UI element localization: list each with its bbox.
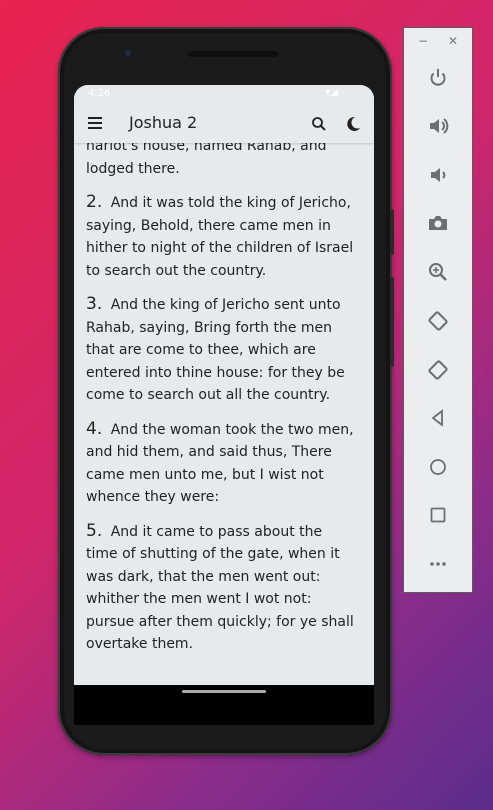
verse-item: 2. And it was told the king of Jericho, … [86, 191, 358, 282]
earpiece-speaker [188, 51, 278, 57]
status-time: 4:26 [88, 88, 111, 99]
verse-body: And it was told the king of Jericho, say… [86, 195, 354, 279]
status-icons: ▾◢ [325, 87, 338, 98]
page-title: Joshua 2 [129, 113, 198, 132]
verse-content[interactable]: harlot's house, named Rahab, and lodged … [74, 143, 374, 683]
rotate-right-icon[interactable] [426, 358, 450, 382]
rotate-left-icon[interactable] [426, 309, 450, 333]
phone-volume-key [390, 277, 394, 367]
verse-list: harlot's house, named Rahab, and lodged … [86, 143, 358, 667]
search-icon[interactable] [310, 115, 328, 133]
verse-number: 2. [86, 192, 103, 212]
verse-item: 3. And the king of Jericho sent unto Rah… [86, 293, 358, 407]
power-icon[interactable] [426, 66, 450, 90]
verse-item: 5. And it came to pass about the time of… [86, 520, 358, 656]
phone-frame: 4:26 ▾◢ Joshua 2 harlot's house, named R… [58, 27, 394, 755]
navigation-bar [74, 685, 374, 725]
volume-down-icon[interactable] [426, 163, 450, 187]
phone-screen: 4:26 ▾◢ Joshua 2 harlot's house, named R… [74, 85, 374, 685]
app-bar: Joshua 2 [74, 105, 374, 143]
menu-icon[interactable] [88, 117, 102, 129]
phone-power-key [390, 209, 394, 255]
camera-icon[interactable] [426, 211, 450, 235]
front-camera [123, 48, 133, 58]
status-bar: 4:26 ▾◢ [74, 85, 374, 105]
verse-number: 4. [86, 418, 103, 439]
verse-number: 5. [86, 520, 103, 541]
verse-body: And the woman took the two men, and hid … [86, 421, 354, 506]
more-icon[interactable] [426, 552, 450, 576]
overview-icon[interactable] [426, 503, 450, 527]
dark-mode-icon[interactable] [344, 115, 362, 133]
verse-number: 3. [86, 294, 103, 314]
emulator-toolbar: − ✕ [403, 27, 473, 593]
home-gesture-pill[interactable] [182, 690, 266, 693]
verse-item: 4. And the woman took the two men, and h… [86, 418, 358, 509]
home-icon[interactable] [426, 455, 450, 479]
verse-body: And the king of Jericho sent unto Rahab,… [86, 297, 345, 403]
back-icon[interactable] [426, 406, 450, 430]
minimize-button[interactable]: − [418, 34, 428, 48]
zoom-icon[interactable] [426, 260, 450, 284]
verse-body: And it came to pass about the time of sh… [86, 523, 354, 653]
emulator-window-controls: − ✕ [404, 34, 472, 50]
close-button[interactable]: ✕ [448, 34, 458, 48]
volume-up-icon[interactable] [426, 114, 450, 138]
verse-text-partial: harlot's house, named Rahab, and lodged … [86, 143, 327, 177]
